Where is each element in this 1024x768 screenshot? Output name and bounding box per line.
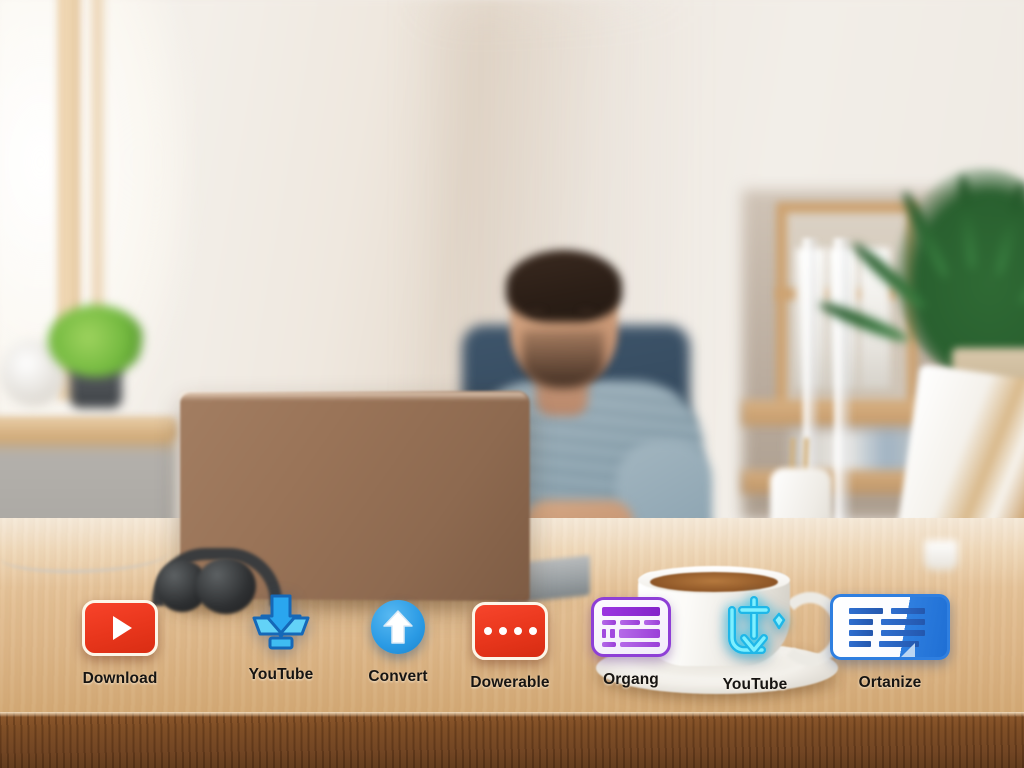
page-fold-corner	[899, 643, 915, 657]
app-shortcut-label: YouTube	[722, 676, 788, 693]
app-shortcut-ortanize[interactable]: Ortanize	[825, 594, 955, 692]
dot	[528, 627, 537, 635]
app-icon-row: Download YouTube Convert Dowerable Organ…	[0, 592, 1024, 722]
app-shortcut-label: YouTube	[248, 666, 314, 683]
table-row	[602, 620, 660, 626]
four-dots-icon[interactable]	[472, 602, 548, 660]
text-segment	[849, 618, 873, 625]
download-arrow-icon[interactable]	[248, 594, 314, 652]
dot	[498, 627, 507, 635]
app-shortcut-download[interactable]: Download	[55, 600, 185, 688]
app-shortcut-convert[interactable]: Convert	[333, 600, 463, 686]
youtube-play-icon[interactable]	[82, 600, 158, 656]
person-eye	[578, 308, 595, 315]
table-cell	[618, 629, 661, 638]
coffee-liquid	[650, 572, 778, 592]
table-cell	[610, 629, 615, 638]
app-shortcut-youtube[interactable]: YouTube	[690, 596, 820, 694]
dot	[513, 627, 522, 635]
download-arrow-icon-box[interactable]	[248, 594, 314, 652]
laptop-lid-edge	[178, 392, 528, 401]
play-triangle-icon	[112, 616, 132, 640]
table-cell	[619, 620, 641, 626]
table-header-row	[602, 607, 660, 617]
app-shortcut-label: Dowerable	[470, 674, 550, 691]
convert-icon-box[interactable]	[371, 600, 425, 654]
app-shortcut-dowerable[interactable]: Dowerable	[445, 602, 575, 692]
text-segment	[881, 629, 925, 636]
dot	[483, 627, 492, 635]
upload-arrow-circle-icon[interactable]	[371, 600, 425, 654]
document-lines-icon[interactable]	[830, 594, 950, 660]
dots-icon-box[interactable]	[472, 602, 548, 660]
sideboard-top	[0, 418, 175, 438]
table-row	[602, 641, 660, 647]
person-hair	[506, 250, 622, 322]
youtube-downloader-glyph-icon[interactable]	[718, 596, 792, 662]
text-segment	[849, 629, 873, 636]
table-cell	[620, 641, 660, 647]
person-beard	[522, 330, 604, 388]
table-cell	[644, 620, 660, 626]
table-cell	[602, 620, 616, 626]
document-text-line	[849, 640, 933, 647]
far-cup	[924, 540, 958, 570]
app-shortcut-youtube-download[interactable]: YouTube	[216, 594, 346, 684]
app-shortcut-organg[interactable]: Organg	[566, 597, 696, 689]
app-shortcut-label: Ortanize	[858, 674, 922, 691]
document-text-line	[849, 607, 933, 614]
document-text-line	[849, 629, 933, 636]
text-segment	[881, 618, 925, 625]
screenshot-scene: Download YouTube Convert Dowerable Organ…	[0, 0, 1024, 768]
text-segment	[849, 640, 871, 647]
document-icon-box[interactable]	[830, 594, 950, 660]
table-cell	[602, 629, 607, 638]
table-cell	[602, 641, 616, 647]
left-plant	[48, 305, 144, 377]
table-icon-box[interactable]	[591, 597, 671, 657]
app-shortcut-label: Convert	[368, 668, 428, 685]
text-segment	[849, 607, 883, 614]
app-shortcut-label: Download	[82, 670, 158, 687]
text-segment	[891, 607, 925, 614]
youtube-downloader-icon-box[interactable]	[718, 596, 792, 662]
person-eye	[528, 308, 545, 315]
app-shortcut-label: Organg	[603, 671, 659, 688]
document-text-line	[849, 618, 933, 625]
spreadsheet-table-icon[interactable]	[591, 597, 671, 657]
table-row	[602, 629, 661, 638]
youtube-play-icon-box[interactable]	[82, 600, 158, 656]
